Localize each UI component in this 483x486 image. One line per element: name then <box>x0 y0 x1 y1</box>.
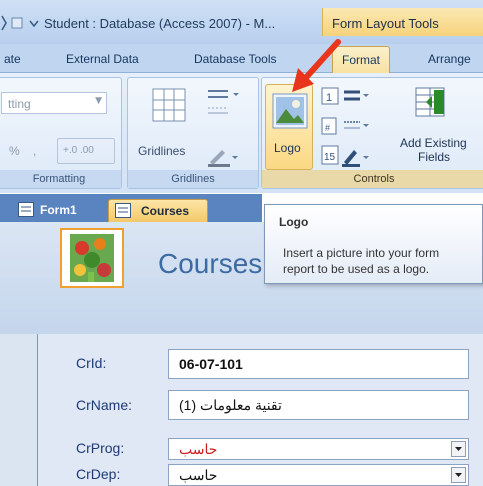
document-tab-bar: Form1 Courses <box>0 194 262 222</box>
tab-external-data[interactable]: External Data <box>66 52 139 66</box>
tab-database-tools[interactable]: Database Tools <box>194 52 277 66</box>
title-bar: Student : Database (Access 2007) - M... … <box>0 0 483 44</box>
crid-label: CrId: <box>76 355 107 371</box>
crname-label: CrName: <box>76 397 133 413</box>
tab-arrange[interactable]: Arrange <box>428 52 471 66</box>
chevron-down-icon: ▼ <box>95 96 102 106</box>
crprog-value: حاسب <box>179 441 218 457</box>
form-layout-tools-context-tab: Form Layout Tools <box>322 8 483 36</box>
crname-value: تقنية معلومات (1) <box>179 397 282 413</box>
form-icon <box>115 203 131 218</box>
crid-value: 06-07-101 <box>179 356 243 372</box>
svg-text:#: # <box>325 123 330 133</box>
chevron-down-icon[interactable] <box>451 467 466 483</box>
date-time-icon[interactable]: 15 <box>320 144 370 168</box>
percent-style-button[interactable]: % <box>9 144 20 158</box>
context-tab-label: Form Layout Tools <box>332 16 439 31</box>
page-numbers-icon[interactable]: # <box>320 116 370 138</box>
decimals-label: +.0 .00 <box>63 145 94 156</box>
window-title: Student : Database (Access 2007) - M... <box>44 16 276 31</box>
increase-decimals-button[interactable]: +.0 .00 <box>57 138 115 164</box>
gridlines-group-label: Gridlines <box>128 170 258 188</box>
formatting-group: tting ▼ % , +.0 .00 Formatting <box>0 77 122 189</box>
red-arrow-annotation <box>292 39 341 92</box>
crdep-value: حاسب <box>179 467 218 483</box>
ribbon-tab-row: ate External Data Database Tools Format … <box>0 44 483 74</box>
chevron-down-icon[interactable] <box>451 441 466 457</box>
table-grid-icon[interactable] <box>152 88 186 122</box>
ribbon: tting ▼ % , +.0 .00 Formatting Gridlines <box>0 73 483 193</box>
crdep-combo[interactable]: حاسب <box>168 464 469 486</box>
tab-courses[interactable]: Courses <box>108 199 208 222</box>
quick-access-toolbar-icon[interactable] <box>0 14 42 32</box>
crname-field[interactable]: تقنية معلومات (1) <box>168 390 469 420</box>
format-dropdown-value: tting <box>8 97 31 111</box>
crid-field[interactable]: 06-07-101 <box>168 349 469 379</box>
form-logo[interactable] <box>60 228 124 288</box>
logo-button-label: Logo <box>274 141 301 155</box>
crprog-label: CrProg: <box>76 440 125 456</box>
record-selector-strip <box>0 334 38 486</box>
logo-button[interactable]: Logo <box>265 84 313 170</box>
form-title: Courses <box>158 248 263 279</box>
form-icon <box>18 202 34 217</box>
tooltip-description: Insert a picture into your form report t… <box>283 246 440 276</box>
line-thickness-icon[interactable] <box>208 88 244 118</box>
logo-picture-icon <box>272 93 308 129</box>
gridlines-button-label[interactable]: Gridlines <box>138 144 185 158</box>
tooltip-title: Logo <box>279 215 309 229</box>
format-dropdown[interactable]: tting ▼ <box>1 92 107 114</box>
add-existing-fields-label-1[interactable]: Add Existing <box>400 136 467 150</box>
add-existing-fields-icon[interactable] <box>412 84 448 120</box>
crprog-combo[interactable]: حاسب <box>168 438 469 460</box>
gridlines-group: Gridlines Gridlines <box>127 77 259 189</box>
svg-text:15: 15 <box>324 152 336 163</box>
tab-form1-label: Form1 <box>40 203 77 217</box>
tab-courses-label: Courses <box>141 204 190 218</box>
add-existing-fields-label-2[interactable]: Fields <box>418 150 450 164</box>
controls-group-label: Controls <box>262 170 483 188</box>
vegetables-logo-image <box>70 234 114 282</box>
crdep-label: CrDep: <box>76 466 121 482</box>
comma-style-button[interactable]: , <box>33 144 36 158</box>
formatting-group-label: Formatting <box>0 170 121 188</box>
line-color-icon[interactable] <box>206 146 240 168</box>
tab-form1[interactable]: Form1 <box>14 199 104 222</box>
tab-create[interactable]: ate <box>4 52 21 66</box>
logo-tooltip: Logo Insert a picture into your form rep… <box>264 204 483 284</box>
